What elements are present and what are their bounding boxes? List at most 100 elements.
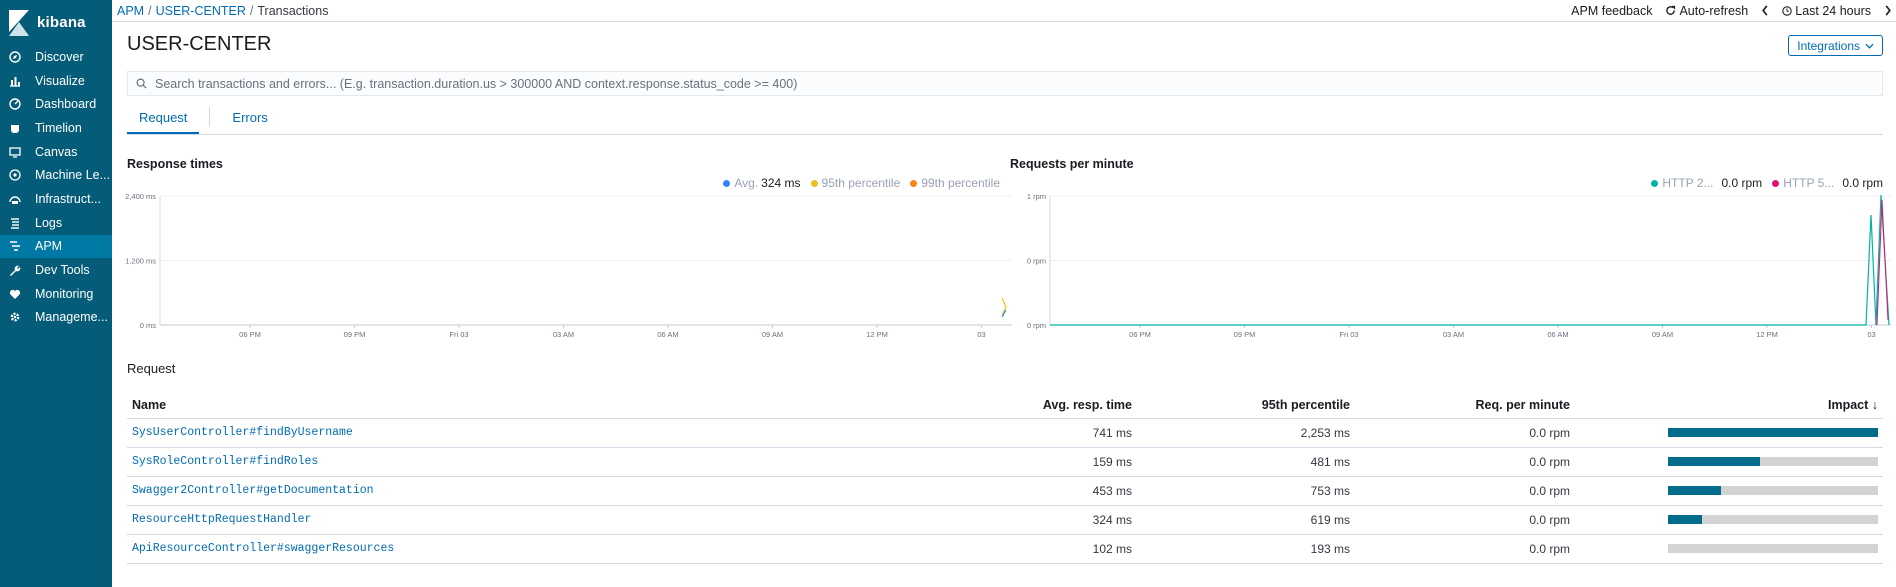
legend-value: 0.0 rpm [1842, 176, 1883, 190]
legend-label: 95th percentile [821, 176, 901, 190]
legend-item-http2[interactable]: HTTP 2... 0.0 rpm [1651, 176, 1762, 190]
nav-item-label: APM [35, 239, 63, 254]
legend-item-p99[interactable]: 99th percentile [910, 176, 1000, 190]
nav-item-infrastruct[interactable]: Infrastruct... [0, 187, 112, 211]
rpm-cell: 0.0 rpm [1355, 505, 1575, 535]
nav-item-discover[interactable]: Discover [0, 45, 112, 69]
search-input[interactable]: Search transactions and errors... (E.g. … [127, 71, 1883, 96]
transaction-name-link[interactable]: SysUserController#findByUsername [127, 418, 767, 448]
compass-icon [9, 51, 21, 63]
main-area: APM / USER-CENTER / Transactions APM fee… [112, 0, 1896, 587]
apm-icon [9, 240, 21, 252]
nav-item-visualize[interactable]: Visualize [0, 69, 112, 93]
avg-resp-time-cell: 453 ms [767, 476, 1137, 506]
x-tick-label: 09 PM [344, 330, 366, 339]
nav-item-label: Visualize [35, 73, 85, 88]
breadcrumb-current: Transactions [257, 3, 329, 18]
x-tick-label: 03 [977, 330, 985, 339]
x-tick-label: 12 PM [1756, 330, 1778, 339]
nav-item-timelion[interactable]: Timelion [0, 116, 112, 140]
breadcrumb-service[interactable]: USER-CENTER [156, 4, 246, 18]
y-tick-label: 1,200 ms [125, 257, 156, 266]
canvas-icon [9, 146, 21, 158]
breadcrumb-separator: / [249, 3, 254, 18]
impact-bar [1668, 486, 1878, 495]
column-avg-resp-time[interactable]: Avg. resp. time [767, 392, 1137, 419]
nav-item-dashboard[interactable]: Dashboard [0, 92, 112, 116]
column-name[interactable]: Name [127, 392, 767, 419]
time-next-button[interactable] [1884, 5, 1892, 16]
legend-label: HTTP 2... [1662, 176, 1714, 190]
table-body: SysUserController#findByUsername 741 ms 2,… [127, 418, 1883, 564]
time-prev-button[interactable] [1761, 5, 1769, 16]
nav-item-label: Machine Le... [35, 168, 111, 183]
y-tick-label: 1 rpm [1027, 192, 1046, 201]
nav-item-apm[interactable]: APM [0, 234, 112, 259]
table-row: ResourceHttpRequestHandler 324 ms 619 ms 0.… [127, 505, 1883, 535]
legend-label: 99th percentile [921, 176, 1000, 190]
time-picker[interactable]: Last 24 hours [1782, 4, 1871, 18]
nav-item-machine-le[interactable]: Machine Le... [0, 163, 112, 187]
chevron-left-icon [1762, 5, 1768, 16]
rpm-cell: 0.0 rpm [1355, 476, 1575, 506]
x-tick-label: Fri 03 [1339, 330, 1358, 339]
transactions-table: Name Avg. resp. time 95th percentile Req… [127, 392, 1883, 564]
kibana-logo-icon [9, 9, 29, 36]
nav-item-canvas[interactable]: Canvas [0, 140, 112, 164]
integrations-button[interactable]: Integrations [1788, 35, 1883, 56]
logs-icon [9, 217, 21, 229]
x-tick-label: 09 PM [1234, 330, 1256, 339]
transaction-name-link[interactable]: ApiResourceController#swaggerResources [127, 534, 767, 564]
x-tick-label: 06 AM [657, 330, 678, 339]
nav-item-logs[interactable]: Logs [0, 211, 112, 235]
legend-label: HTTP 5... [1783, 176, 1835, 190]
integrations-label: Integrations [1797, 38, 1860, 53]
x-tick-label: 03 AM [1443, 330, 1464, 339]
tab-request[interactable]: Request [127, 110, 200, 134]
p95-cell: 753 ms [1137, 476, 1355, 506]
tab-errors[interactable]: Errors [220, 110, 279, 134]
legend-dot [910, 179, 918, 187]
column-95th-percentile[interactable]: 95th percentile [1137, 392, 1355, 419]
infrastructure-icon [9, 193, 21, 205]
table-header-row: Name Avg. resp. time 95th percentile Req… [127, 392, 1883, 419]
legend-dot [1651, 179, 1659, 187]
rpm-cell: 0.0 rpm [1355, 418, 1575, 448]
p95-cell: 193 ms [1137, 534, 1355, 564]
legend-item-avg[interactable]: Avg. 324 ms [723, 176, 801, 190]
transaction-name-link[interactable]: ResourceHttpRequestHandler [127, 505, 767, 535]
impact-bar-fill [1668, 515, 1702, 524]
legend-item-http5[interactable]: HTTP 5... 0.0 rpm [1772, 176, 1883, 190]
nav-item-label: Logs [35, 215, 63, 230]
impact-bar-fill [1668, 486, 1721, 495]
transaction-name-link[interactable]: SysRoleController#findRoles [127, 447, 767, 477]
nav-item-manageme[interactable]: Manageme... [0, 306, 112, 330]
apm-feedback-link[interactable]: APM feedback [1571, 4, 1652, 18]
request-section-title: Request [127, 361, 176, 376]
kibana-logo[interactable]: kibana [0, 0, 112, 45]
column-req-per-minute[interactable]: Req. per minute [1355, 392, 1575, 419]
impact-bar-fill [1668, 428, 1878, 437]
transaction-name-link[interactable]: Swagger2Controller#getDocumentation [127, 476, 767, 506]
legend-item-p95[interactable]: 95th percentile [810, 176, 901, 190]
requests-per-minute-title: Requests per minute [1010, 157, 1134, 171]
tab-divider [209, 107, 211, 127]
auto-refresh-button[interactable]: Auto-refresh [1665, 4, 1748, 18]
nav-item-label: Canvas [35, 144, 78, 159]
auto-refresh-label: Auto-refresh [1679, 3, 1749, 18]
impact-cell [1575, 418, 1883, 448]
nav-item-dev-tools[interactable]: Dev Tools [0, 258, 112, 282]
response-times-title: Response times [127, 157, 223, 171]
nav-item-label: Dashboard [35, 97, 97, 112]
rpm-cell: 0.0 rpm [1355, 447, 1575, 477]
impact-cell [1575, 505, 1883, 535]
impact-cell [1575, 534, 1883, 564]
y-tick-label: 0 rpm [1027, 257, 1046, 266]
response-times-legend: Avg. 324 ms 95th percentile 99th percenti… [713, 176, 1000, 190]
legend-dot [1772, 179, 1780, 187]
p95-cell: 619 ms [1137, 505, 1355, 535]
nav-item-monitoring[interactable]: Monitoring [0, 282, 112, 306]
nav-item-label: Dev Tools [35, 263, 90, 278]
breadcrumb-apm[interactable]: APM [117, 4, 144, 18]
column-impact[interactable]: Impact ↓ [1575, 392, 1883, 419]
